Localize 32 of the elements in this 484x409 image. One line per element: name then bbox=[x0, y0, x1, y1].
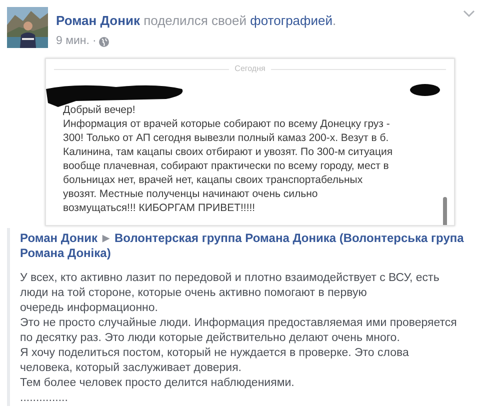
post-text-line: У всех, кто активно лазит по передовой и плотно взаимодействует с ВСУ, есть bbox=[20, 271, 440, 286]
post-text-line: Тем более человек просто делится наблюдениями. bbox=[20, 376, 294, 392]
post-text-line: Я хочу поделиться постом, который не нуждается в проверке. Это слова bbox=[20, 346, 409, 362]
message-line: вообще плачевная, собирают практически по всему городу, мест в bbox=[63, 159, 389, 174]
period-text: . bbox=[332, 13, 336, 28]
post-text-line: люди на той стороне, которые очень активно помогают в первую bbox=[20, 286, 367, 302]
post-text-line: человека, который заслуживает доверия. bbox=[20, 361, 242, 376]
message-line: увозят. Местные полученцы начинают очень сильно bbox=[63, 187, 318, 202]
action-text: поделился своей bbox=[144, 13, 247, 28]
message-line: больницах нет, врачей нет, кацапы своих транспортабельных bbox=[63, 173, 363, 188]
redaction-scribble bbox=[410, 83, 440, 98]
message-line: Калинина, там кацапы своих отбирают и увозят. По 300-м ситуация bbox=[63, 145, 393, 160]
message-line: Добрый вечер! bbox=[63, 103, 136, 118]
photo-link[interactable]: фотографией bbox=[250, 13, 332, 28]
message-line: возмущаться!!! КИБОРГАМ ПРИВЕТ!!!!! bbox=[63, 201, 256, 216]
post-text-line: Это не просто случайные люди. Информация предоставляемая ими проверяется bbox=[20, 316, 457, 332]
separator-text: · bbox=[92, 34, 96, 49]
chevron-icon[interactable] bbox=[463, 10, 475, 18]
globe-icon[interactable] bbox=[99, 36, 110, 47]
date-divider: Сегодня bbox=[234, 63, 266, 76]
scrollbar[interactable] bbox=[443, 197, 447, 226]
message-line: 300! Только от АП сегодня вывезли полный камаз 200-х. Везут в б. bbox=[63, 131, 389, 146]
post-text-line: очередь информационно. bbox=[20, 301, 158, 316]
shared-photo[interactable] bbox=[45, 58, 455, 226]
message-line: Информация от врачей которые собирают по всему Донецку груз - bbox=[63, 117, 390, 132]
post-text-line: по десятку раз. Это люди которые действительно делают очень много. bbox=[20, 331, 400, 346]
author-link[interactable]: Роман Доник bbox=[20, 231, 98, 246]
group-link[interactable]: Волонтерская группа Романа Доника (Волонтерська група bbox=[114, 231, 464, 246]
arrow-text: ▶ bbox=[102, 232, 110, 246]
group-link[interactable]: Романа Доніка) bbox=[20, 246, 111, 260]
author-link[interactable]: Роман Доник bbox=[56, 13, 140, 28]
post-text-line: ............... bbox=[20, 391, 68, 406]
